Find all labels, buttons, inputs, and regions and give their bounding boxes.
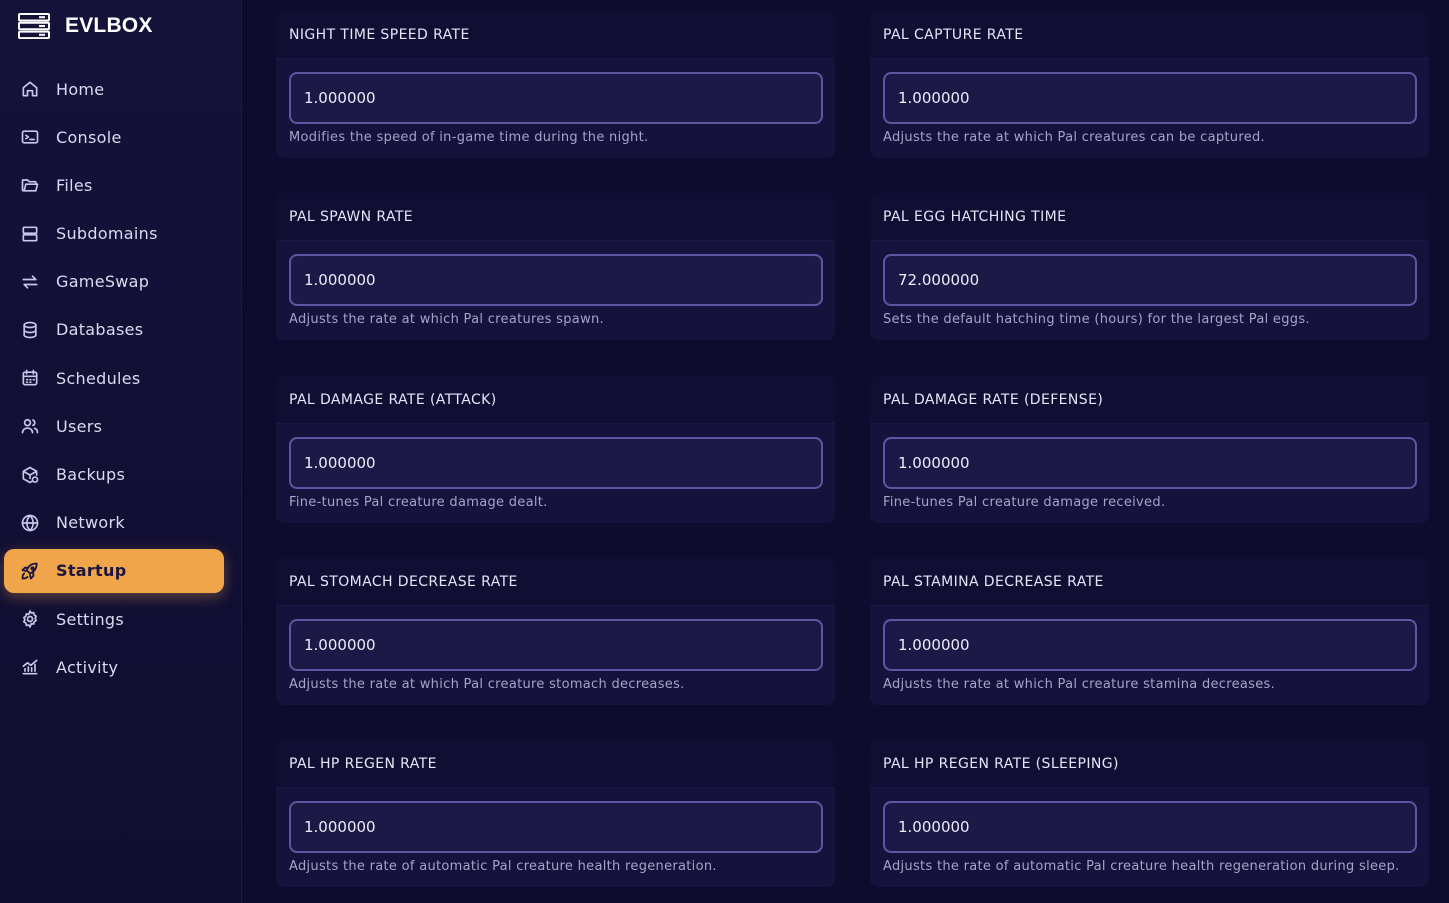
folder-icon (21, 179, 39, 193)
terminal-icon (21, 130, 39, 144)
brand-name: EVLBOX (65, 14, 153, 37)
sidebar-item-files[interactable]: Files (4, 163, 224, 207)
variable-title: PAL DAMAGE RATE (ATTACK) (276, 376, 835, 424)
sidebar-item-gameswap[interactable]: GameSwap (4, 260, 224, 304)
variable-input[interactable] (289, 801, 823, 853)
variable-card-pal-damage-rate-defense: PAL DAMAGE RATE (DEFENSE) Fine-tunes Pal… (870, 376, 1429, 523)
variable-card-pal-hp-regen-rate: PAL HP REGEN RATE Adjusts the rate of au… (276, 740, 835, 887)
variable-title: NIGHT TIME SPEED RATE (276, 11, 835, 59)
variable-input[interactable] (883, 72, 1417, 124)
variable-title: PAL STOMACH DECREASE RATE (276, 558, 835, 606)
variable-title: PAL CAPTURE RATE (870, 11, 1429, 59)
variable-input[interactable] (883, 619, 1417, 671)
variable-input[interactable] (883, 437, 1417, 489)
sidebar-item-label: Startup (56, 561, 127, 581)
users-icon (21, 419, 39, 434)
home-icon (22, 81, 38, 97)
server-rack-icon (18, 13, 50, 39)
sidebar-item-label: Subdomains (56, 224, 158, 244)
variable-card-pal-stamina-decrease-rate: PAL STAMINA DECREASE RATE Adjusts the ra… (870, 558, 1429, 705)
sidebar-item-settings[interactable]: Settings (4, 597, 224, 641)
app: EVLBOX Home Console Files Subdomains Gam… (0, 0, 1449, 903)
sidebar-item-label: Schedules (56, 368, 141, 388)
variable-description: Adjusts the rate at which Pal creature s… (289, 677, 685, 692)
variable-title: PAL STAMINA DECREASE RATE (870, 558, 1429, 606)
sidebar-item-startup[interactable]: Startup (4, 548, 224, 593)
sidebar-item-home[interactable]: Home (4, 67, 224, 111)
sidebar-item-label: Home (56, 79, 105, 99)
rocket-icon (21, 562, 38, 580)
database-icon (23, 321, 37, 339)
swap-icon (22, 275, 38, 289)
variable-description: Modifies the speed of in-game time durin… (289, 130, 649, 145)
variable-card-pal-hp-regen-rate-sleeping: PAL HP REGEN RATE (SLEEPING) Adjusts the… (870, 740, 1429, 887)
brand-logo[interactable]: EVLBOX (18, 12, 153, 40)
sidebar-item-backups[interactable]: Backups (4, 453, 224, 497)
sidebar-item-label: Settings (56, 609, 125, 629)
variable-description: Adjusts the rate of automatic Pal creatu… (289, 859, 717, 874)
sidebar-item-label: Databases (56, 320, 144, 340)
variable-description: Adjusts the rate at which Pal creatures … (289, 312, 604, 327)
variable-card-pal-capture-rate: PAL CAPTURE RATE Adjusts the rate at whi… (870, 11, 1429, 158)
sidebar-item-label: Files (56, 175, 93, 195)
variable-title: PAL SPAWN RATE (276, 193, 835, 241)
variable-card-pal-stomach-decrease-rate: PAL STOMACH DECREASE RATE Adjusts the ra… (276, 558, 835, 705)
variable-description: Fine-tunes Pal creature damage received. (883, 495, 1166, 510)
sidebar-item-label: GameSwap (56, 272, 150, 292)
variable-input[interactable] (289, 254, 823, 306)
variable-input[interactable] (883, 801, 1417, 853)
variable-title: PAL DAMAGE RATE (DEFENSE) (870, 376, 1429, 424)
sidebar-item-databases[interactable]: Databases (4, 308, 224, 352)
variable-title: PAL HP REGEN RATE (SLEEPING) (870, 740, 1429, 788)
sidebar-item-label: Network (56, 513, 125, 533)
variable-description: Sets the default hatching time (hours) f… (883, 312, 1310, 327)
activity-icon (22, 659, 38, 675)
server-icon (22, 226, 38, 242)
sidebar-item-console[interactable]: Console (4, 115, 224, 159)
sidebar-item-label: Console (56, 127, 122, 147)
sidebar-item-network[interactable]: Network (4, 501, 224, 545)
sidebar-item-schedules[interactable]: Schedules (4, 356, 224, 400)
variable-title: PAL EGG HATCHING TIME (870, 193, 1429, 241)
variable-card-pal-spawn-rate: PAL SPAWN RATE Adjusts the rate at which… (276, 193, 835, 340)
variable-input[interactable] (289, 72, 823, 124)
sidebar-item-subdomains[interactable]: Subdomains (4, 212, 224, 256)
sidebar-nav: Home Console Files Subdomains GameSwap D… (4, 67, 224, 693)
globe-icon (21, 514, 39, 532)
variable-card-night-time-speed-rate: NIGHT TIME SPEED RATE Modifies the speed… (276, 11, 835, 158)
sidebar-item-users[interactable]: Users (4, 404, 224, 448)
variable-description: Adjusts the rate at which Pal creature s… (883, 677, 1276, 692)
variable-card-pal-damage-rate-attack: PAL DAMAGE RATE (ATTACK) Fine-tunes Pal … (276, 376, 835, 523)
sidebar-item-label: Activity (56, 657, 119, 677)
variable-title: PAL HP REGEN RATE (276, 740, 835, 788)
variable-input[interactable] (883, 254, 1417, 306)
variable-description: Fine-tunes Pal creature damage dealt. (289, 495, 548, 510)
gear-icon (23, 610, 38, 628)
sidebar: EVLBOX Home Console Files Subdomains Gam… (0, 0, 242, 903)
backup-icon (22, 466, 39, 483)
calendar-icon (22, 369, 38, 386)
sidebar-item-label: Backups (56, 465, 126, 484)
variable-description: Adjusts the rate at which Pal creatures … (883, 130, 1265, 145)
sidebar-item-activity[interactable]: Activity (4, 645, 224, 689)
startup-variables-grid: NIGHT TIME SPEED RATE Modifies the speed… (242, 0, 1449, 903)
variable-card-pal-egg-hatching-time: PAL EGG HATCHING TIME Sets the default h… (870, 193, 1429, 340)
variable-description: Adjusts the rate of automatic Pal creatu… (883, 859, 1400, 874)
variable-input[interactable] (289, 437, 823, 489)
sidebar-item-label: Users (56, 416, 103, 436)
variable-input[interactable] (289, 619, 823, 671)
